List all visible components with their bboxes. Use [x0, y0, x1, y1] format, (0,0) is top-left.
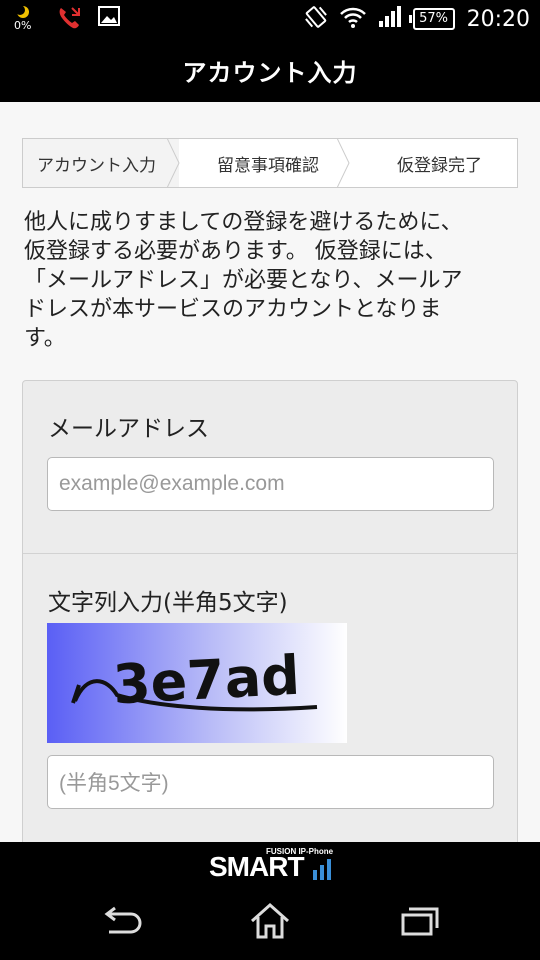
- brand-logo: SMART: [209, 851, 305, 882]
- moon-battery-icon: 0%: [14, 5, 40, 35]
- intro-line: す。: [24, 326, 66, 351]
- step-notes-confirm: 留意事項確認: [179, 138, 350, 188]
- brand-footer: FUSION IP-Phone SMART: [0, 842, 540, 882]
- home-button[interactable]: [245, 900, 295, 942]
- navigation-bar: [0, 882, 540, 960]
- battery-icon: 57%: [408, 8, 455, 30]
- intro-line: 仮登録する必要があります。 仮登録には、: [24, 239, 447, 264]
- clock: 20:20: [466, 6, 530, 32]
- page-title: アカウント入力: [182, 58, 358, 87]
- captcha-label: 文字列入力(半角5文字): [48, 590, 288, 616]
- status-bar: 0% 57% 20:20: [0, 0, 540, 38]
- email-field[interactable]: example@example.com: [47, 457, 494, 511]
- back-button[interactable]: [96, 900, 146, 942]
- app-header: アカウント入力: [0, 38, 540, 102]
- main-content: アカウント入力 留意事項確認 仮登録完了 他人に成りすましての登録を避けるために…: [0, 102, 540, 842]
- progress-steps: アカウント入力 留意事項確認 仮登録完了: [22, 138, 518, 188]
- intro-line: ドレスが本サービスのアカウントとなりま: [24, 297, 442, 322]
- captcha-image: 3e7ad: [47, 623, 347, 743]
- battery-small-percent: 0%: [14, 19, 32, 32]
- chevron-right-icon: [167, 138, 180, 188]
- intro-line: 他人に成りすましての登録を避けるために、: [24, 210, 463, 235]
- divider: [23, 553, 517, 554]
- vibrate-icon: [303, 4, 329, 34]
- step-label: 留意事項確認: [217, 155, 319, 176]
- chevron-right-icon: [337, 138, 350, 188]
- missed-call-icon: [56, 5, 82, 35]
- step-label: アカウント入力: [37, 155, 156, 176]
- signal-bars-logo-icon: [313, 859, 331, 880]
- step-label: 仮登録完了: [397, 155, 482, 176]
- step-provisional-complete: 仮登録完了: [349, 139, 517, 187]
- back-icon: [104, 906, 142, 934]
- captcha-text: 3e7ad: [111, 644, 301, 717]
- intro-text: 他人に成りすましての登録を避けるために、 仮登録する必要があります。 仮登録には…: [24, 208, 520, 353]
- registration-form: メールアドレス example@example.com 文字列入力(半角5文字)…: [22, 380, 518, 842]
- recent-apps-button[interactable]: [395, 900, 445, 942]
- step-account-input: アカウント入力: [23, 138, 180, 188]
- intro-line: 「メールアドレス」が必要となり、メールア: [24, 268, 463, 293]
- wifi-icon: [339, 5, 367, 33]
- signal-icon: [377, 5, 403, 33]
- email-label: メールアドレス: [48, 416, 209, 442]
- recent-apps-icon: [401, 907, 439, 936]
- captcha-input[interactable]: (半角5文字): [47, 755, 494, 809]
- image-icon: [98, 5, 120, 31]
- home-icon: [251, 902, 289, 939]
